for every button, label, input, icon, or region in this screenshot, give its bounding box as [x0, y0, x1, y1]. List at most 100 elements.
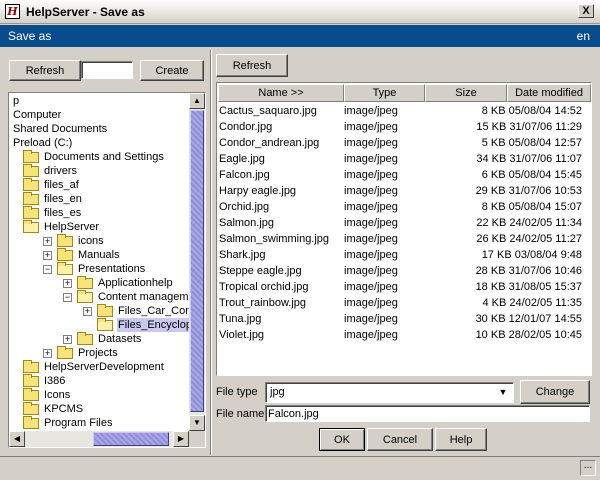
expand-icon[interactable]: +: [63, 279, 72, 288]
folder-open-icon: [77, 290, 93, 303]
tree-item[interactable]: Preload (C:): [9, 136, 189, 150]
file-row[interactable]: Cactus_saquaro.jpg image/jpeg 8 KB 05/08/0…: [218, 103, 590, 119]
column-header-name[interactable]: Name >>: [218, 84, 344, 102]
file-row[interactable]: Salmon.jpg image/jpeg 22 KB 24/02/05 11:34: [218, 215, 590, 231]
column-header-date-modified[interactable]: Date modified: [507, 84, 591, 102]
tree-item[interactable]: + Projects: [9, 346, 189, 360]
help-button[interactable]: Help: [435, 428, 487, 451]
panel-divider[interactable]: [210, 50, 212, 455]
file-type-cell: image/jpeg: [344, 313, 398, 325]
tree-item-label: Datasets: [98, 333, 142, 345]
expand-icon[interactable]: +: [83, 307, 92, 316]
tree-item[interactable]: Computer: [9, 108, 189, 122]
folder-icon: [23, 388, 39, 401]
expand-icon[interactable]: +: [43, 251, 52, 260]
tree-item[interactable]: files_af: [9, 178, 189, 192]
tree-item[interactable]: + Files_Car_Compone: [9, 304, 189, 318]
tree-item[interactable]: + Manuals: [9, 248, 189, 262]
tree-item[interactable]: Program Files: [9, 416, 189, 430]
file-row[interactable]: Harpy eagle.jpg image/jpeg 29 KB 31/07/06 …: [218, 183, 590, 199]
folder-icon: [23, 206, 39, 219]
tree-item[interactable]: I386: [9, 374, 189, 388]
tree-item[interactable]: p: [9, 94, 189, 108]
expand-icon[interactable]: +: [43, 349, 52, 358]
tree-item-label: HelpServer: [44, 221, 100, 233]
folder-icon: [23, 192, 39, 205]
file-name-cell: Falcon.jpg: [219, 169, 270, 181]
collapse-icon[interactable]: −: [63, 293, 72, 302]
tree-item[interactable]: files_en: [9, 192, 189, 206]
tree-horizontal-scrollbar[interactable]: ◀ ▶: [9, 431, 189, 447]
file-row[interactable]: Condor_andrean.jpg image/jpeg 5 KB 05/08/0…: [218, 135, 590, 151]
column-header-type[interactable]: Type: [344, 84, 425, 102]
file-name-input[interactable]: [265, 405, 590, 422]
file-row[interactable]: Tropical orchid.jpg image/jpeg 18 KB 31/08…: [218, 279, 590, 295]
scroll-corner: [189, 431, 205, 447]
file-row[interactable]: Orchid.jpg image/jpeg 8 KB 05/08/04 15:07: [218, 199, 590, 215]
file-row[interactable]: Eagle.jpg image/jpeg 34 KB 31/07/06 11:07: [218, 151, 590, 167]
chevron-down-icon[interactable]: ▼: [495, 385, 511, 401]
create-folder-button[interactable]: Create: [140, 60, 204, 81]
tree-item[interactable]: + Applicationhelp: [9, 276, 189, 290]
scroll-right-icon[interactable]: ▶: [173, 431, 189, 447]
tree-item[interactable]: KPCMS: [9, 402, 189, 416]
file-row[interactable]: Violet.jpg image/jpeg 10 KB 28/02/05 10:45: [218, 327, 590, 343]
ok-button[interactable]: OK: [319, 428, 365, 451]
tree-item[interactable]: Files_Encyclopedia: [9, 318, 189, 332]
expand-icon[interactable]: +: [63, 335, 72, 344]
tree-item[interactable]: Shared Documents: [9, 122, 189, 136]
file-row[interactable]: Condor.jpg image/jpeg 15 KB 31/07/06 11:29: [218, 119, 590, 135]
tree-refresh-button[interactable]: Refresh: [9, 60, 81, 81]
tree-item[interactable]: HelpServer: [9, 220, 189, 234]
title-bar: H HelpServer - Save as X: [0, 0, 600, 24]
column-header-size[interactable]: Size: [425, 84, 507, 102]
file-size-date-cell: 22 KB 24/02/05 11:34: [476, 217, 582, 229]
tree-item-label: HelpServerDevelopment: [44, 361, 164, 373]
file-row[interactable]: Salmon_swimming.jpg image/jpeg 26 KB 24/02…: [218, 231, 590, 247]
cancel-button[interactable]: Cancel: [367, 428, 433, 451]
change-button[interactable]: Change: [520, 380, 590, 404]
file-name-label: File name: [216, 408, 265, 420]
tree-item[interactable]: − Presentations: [9, 262, 189, 276]
expand-icon[interactable]: +: [43, 237, 52, 246]
tree-item[interactable]: drivers: [9, 164, 189, 178]
file-row[interactable]: Shark.jpg image/jpeg 17 KB 03/08/04 9:48: [218, 247, 590, 263]
new-folder-input[interactable]: [81, 61, 133, 79]
tree-item[interactable]: + icons: [9, 234, 189, 248]
tree-item-label: I386: [44, 375, 66, 387]
tree-vertical-scroll-thumb[interactable]: [190, 110, 204, 412]
file-size-date-cell: 4 KB 24/02/05 11:35: [482, 297, 583, 309]
scroll-up-icon[interactable]: ▲: [189, 93, 205, 109]
file-row[interactable]: Steppe eagle.jpg image/jpeg 28 KB 31/07/06…: [218, 263, 590, 279]
file-name-cell: Tropical orchid.jpg: [219, 281, 309, 293]
tree-item[interactable]: Documents and Settings: [9, 150, 189, 164]
tree-item[interactable]: HelpServerDevelopment: [9, 360, 189, 374]
tree-item-label: Files_Encyclopedia: [117, 318, 189, 332]
tree-item-label: drivers: [44, 165, 78, 177]
tree-item[interactable]: Icons: [9, 388, 189, 402]
folder-icon: [23, 178, 39, 191]
tree-item[interactable]: files_es: [9, 206, 189, 220]
file-name-cell: Eagle.jpg: [219, 153, 265, 165]
file-name-cell: Tuna.jpg: [219, 313, 262, 325]
file-row[interactable]: Tuna.jpg image/jpeg 30 KB 12/01/07 14:55: [218, 311, 590, 327]
file-list[interactable]: Name >> Type Size Date modified Cactus_s…: [216, 82, 592, 376]
file-row[interactable]: Falcon.jpg image/jpeg 6 KB 05/08/04 15:45: [218, 167, 590, 183]
folder-icon: [23, 374, 39, 387]
folder-icon: [23, 416, 39, 429]
language-indicator[interactable]: en: [577, 29, 590, 43]
tree-horizontal-scroll-thumb[interactable]: [93, 432, 169, 446]
folder-tree[interactable]: p Computer Shared Documents Preload (C:) Doc…: [8, 92, 206, 448]
status-bar: ...: [0, 456, 600, 480]
files-refresh-button[interactable]: Refresh: [216, 54, 288, 77]
file-type-select[interactable]: jpg ▼: [265, 382, 514, 403]
tree-item[interactable]: − Content management: [9, 290, 189, 304]
file-row[interactable]: Trout_rainbow.jpg image/jpeg 4 KB 24/02/05…: [218, 295, 590, 311]
scroll-down-icon[interactable]: ▼: [189, 415, 205, 431]
tree-item[interactable]: + Datasets: [9, 332, 189, 346]
scroll-left-icon[interactable]: ◀: [9, 431, 25, 447]
collapse-icon[interactable]: −: [43, 265, 52, 274]
tree-vertical-scrollbar[interactable]: ▲ ▼: [189, 93, 205, 431]
close-button[interactable]: X: [578, 4, 594, 18]
resize-grip-icon[interactable]: ...: [580, 460, 596, 476]
